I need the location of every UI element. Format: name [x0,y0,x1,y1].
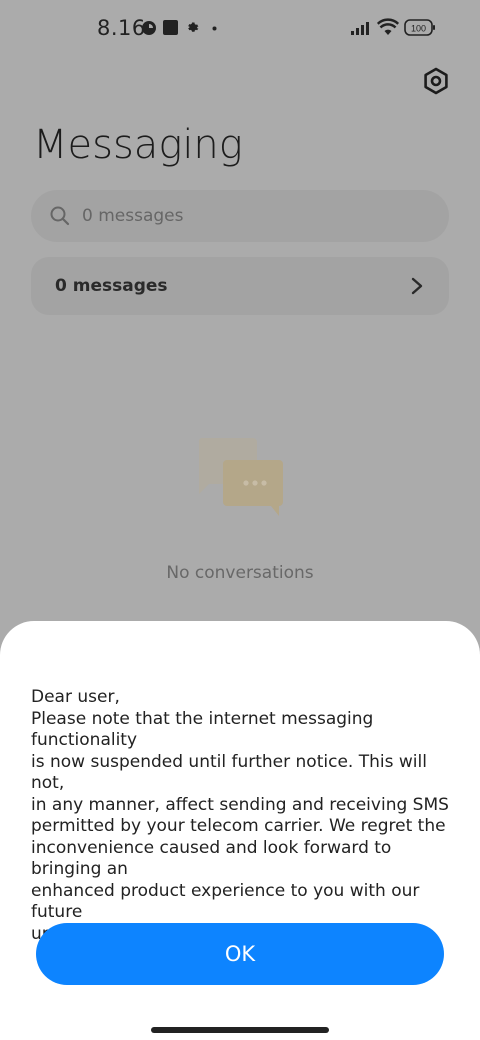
settings-hex-icon[interactable] [421,66,451,96]
messages-row-label: 0 messages [55,276,168,296]
search-bar[interactable]: 0 messages [31,190,449,242]
wifi-icon [377,18,399,35]
page-title: Messaging [33,122,243,168]
app-screen: 8.16 100 Messaging 0 messages 0 messages… [0,0,480,1040]
battery-icon: 100 [404,19,435,36]
chat-bubbles-icon [198,438,283,516]
battery-level: 100 [411,24,426,34]
status-time: 8.16 [97,16,146,40]
status-bar: 8.16 100 [0,0,480,56]
dot-icon [212,26,217,31]
gear-small-icon [188,22,199,32]
search-input[interactable]: 0 messages [82,206,183,226]
square-icon [163,20,178,35]
search-icon [50,206,70,226]
ok-button[interactable]: OK [36,923,444,985]
notification-circle-icon [142,21,156,35]
empty-state-text: No conversations [166,563,314,583]
messages-row[interactable]: 0 messages [31,257,449,315]
home-indicator[interactable] [151,1027,329,1033]
signal-icon [351,22,369,35]
chevron-right-icon [411,277,423,295]
notice-message: Dear user, Please note that the internet… [31,687,449,944]
